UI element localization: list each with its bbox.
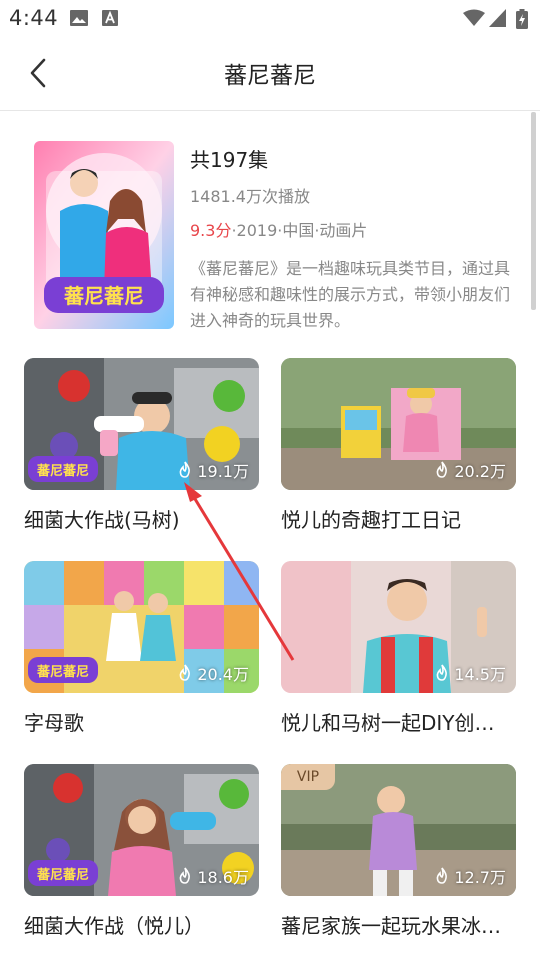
play-count-badge: 19.1万	[177, 458, 249, 482]
font-icon	[102, 10, 118, 26]
video-card[interactable]: 14.5万 悦儿和马树一起DIY创…	[281, 561, 516, 736]
video-thumbnail[interactable]: 14.5万	[281, 561, 516, 693]
flame-icon	[179, 664, 191, 681]
year-region-genre: ·2019·中国·动画片	[231, 221, 368, 240]
rating-score: 9.3分	[190, 221, 232, 240]
play-count-badge: 20.4万	[177, 661, 249, 685]
play-count-text: 18.6万	[197, 868, 249, 887]
play-count-text: 19.1万	[197, 462, 249, 481]
show-poster: 蕃尼蕃尼	[34, 141, 174, 329]
video-thumbnail[interactable]: 蕃尼蕃尼 19.1万	[24, 358, 259, 490]
video-title[interactable]: 蕃尼家族一起玩水果冰…	[281, 910, 516, 939]
video-title[interactable]: 悦儿的奇趣打工日记	[281, 504, 516, 533]
video-thumbnail[interactable]: 蕃尼蕃尼 18.6万	[24, 764, 259, 896]
image-icon	[70, 10, 88, 26]
show-info: 共197集 1481.4万次播放 9.3分·2019·中国·动画片 《蕃尼蕃尼》…	[190, 141, 510, 334]
show-meta: 9.3分·2019·中国·动画片	[190, 220, 510, 242]
signal-icon	[489, 9, 506, 27]
scrollbar[interactable]	[531, 112, 536, 310]
video-card[interactable]: 蕃尼蕃尼 19.1万 细菌大作战(马树)	[24, 358, 259, 533]
video-card[interactable]: VIP 12.7万 蕃尼家族一起玩水果冰…	[281, 764, 516, 939]
flame-icon	[436, 867, 448, 884]
video-title[interactable]: 字母歌	[24, 707, 259, 736]
app-header: 蕃尼蕃尼	[0, 36, 540, 111]
wifi-icon	[463, 9, 485, 26]
status-time: 4:44	[9, 6, 59, 30]
flame-icon	[436, 664, 448, 681]
video-card[interactable]: 蕃尼蕃尼 20.4万 字母歌	[24, 561, 259, 736]
play-count-text: 20.2万	[454, 462, 506, 481]
video-title[interactable]: 细菌大作战(马树)	[24, 504, 259, 533]
episode-count: 共197集	[190, 148, 269, 172]
play-count: 1481.4万次播放	[190, 187, 310, 206]
video-card[interactable]: 蕃尼蕃尼 18.6万 细菌大作战（悦儿）	[24, 764, 259, 939]
video-title[interactable]: 细菌大作战（悦儿）	[24, 910, 259, 939]
play-count-text: 14.5万	[454, 665, 506, 684]
video-card[interactable]: 20.2万 悦儿的奇趣打工日记	[281, 358, 516, 533]
thumbnail-logo: 蕃尼蕃尼	[36, 867, 89, 883]
show-description: 《蕃尼蕃尼》是一档趣味玩具类节目，通过具有神秘感和趣味性的展示方式，带领小朋友们…	[190, 259, 511, 330]
vip-badge: VIP	[281, 764, 335, 790]
play-count-text: 12.7万	[454, 868, 506, 887]
video-thumbnail[interactable]: 20.2万	[281, 358, 516, 490]
play-count-badge: 18.6万	[177, 864, 249, 888]
play-count-badge: 12.7万	[434, 864, 506, 888]
play-count-badge: 20.2万	[434, 458, 506, 482]
play-count-text: 20.4万	[197, 665, 249, 684]
video-thumbnail[interactable]: VIP 12.7万	[281, 764, 516, 896]
video-title[interactable]: 悦儿和马树一起DIY创…	[281, 707, 516, 736]
thumbnail-logo: 蕃尼蕃尼	[36, 664, 89, 680]
thumbnail-logo: 蕃尼蕃尼	[36, 463, 89, 479]
battery-icon	[516, 9, 528, 29]
page-title: 蕃尼蕃尼	[224, 63, 316, 89]
status-bar: 4:44	[0, 0, 540, 36]
video-thumbnail[interactable]: 蕃尼蕃尼 20.4万	[24, 561, 259, 693]
flame-icon	[179, 461, 191, 478]
flame-icon	[436, 461, 448, 478]
flame-icon	[179, 867, 191, 884]
poster-logo: 蕃尼蕃尼	[63, 284, 144, 308]
play-count-badge: 14.5万	[434, 661, 506, 685]
